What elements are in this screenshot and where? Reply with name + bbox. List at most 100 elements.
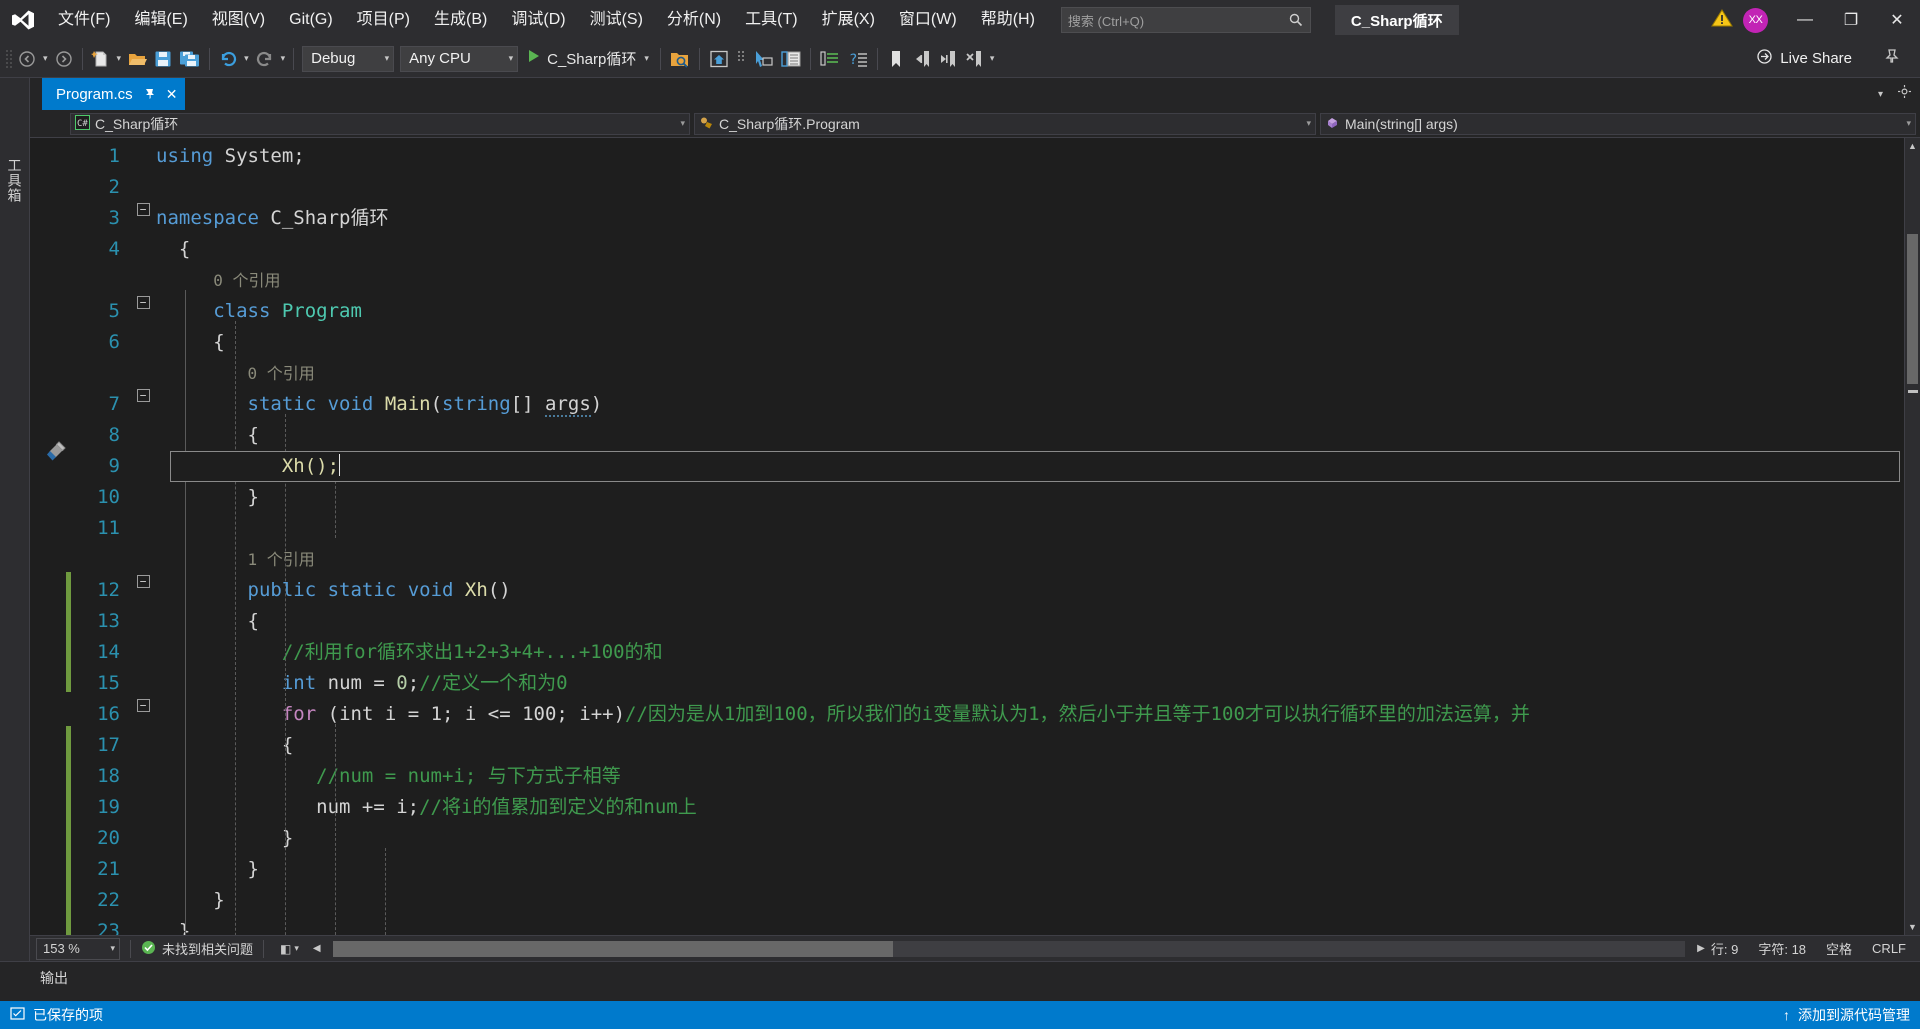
output-pane[interactable]: 输出	[0, 961, 1920, 1001]
undo-icon[interactable]	[215, 44, 241, 74]
code-line[interactable]: 22 }	[72, 885, 1904, 916]
menu-item-git[interactable]: Git(G)	[277, 0, 345, 40]
toolbar-pin-icon[interactable]	[1884, 48, 1900, 69]
redo-dropdown-icon[interactable]: ▾	[278, 53, 289, 64]
code-line[interactable]: 3 − namespace C_Sharp循环	[72, 203, 1904, 234]
toolbar-grip[interactable]	[4, 48, 14, 70]
new-project-icon[interactable]	[88, 44, 114, 74]
menu-item-build[interactable]: 生成(B)	[422, 0, 499, 40]
code-line[interactable]: 7 − static void Main(string[] args)	[72, 389, 1904, 420]
menu-item-debug[interactable]: 调试(D)	[499, 0, 577, 40]
undo-dropdown-icon[interactable]: ▾	[241, 53, 252, 64]
toolbox-icon[interactable]	[816, 44, 844, 74]
clear-bookmarks-icon[interactable]	[961, 44, 987, 74]
code-line[interactable]: 10 }	[72, 482, 1904, 513]
split-view-icon[interactable]: ◧	[274, 942, 291, 956]
fold-toggle[interactable]: −	[130, 203, 156, 216]
solution-platform-combo[interactable]: Any CPU ▾	[400, 45, 519, 72]
bookmark-icon[interactable]	[883, 44, 909, 74]
status-bar-right[interactable]: ↑ 添加到源代码管理	[1783, 1005, 1910, 1025]
help-list-icon[interactable]: ?	[844, 44, 872, 74]
live-share-button[interactable]: Live Share	[1748, 44, 1860, 74]
vertical-scrollbar[interactable]: ▲ ▼	[1904, 138, 1920, 935]
solution-explorer-home-icon[interactable]	[705, 44, 733, 74]
horizontal-scrollbar[interactable]	[332, 940, 1686, 957]
navigate-back-dropdown-icon[interactable]: ▾	[40, 53, 51, 64]
codelens-references[interactable]: 1 个引用	[248, 550, 315, 569]
code-line[interactable]: 17 {	[72, 730, 1904, 761]
minimize-button[interactable]: —	[1782, 0, 1828, 40]
scroll-up-icon[interactable]: ▲	[1905, 138, 1920, 154]
open-file-icon[interactable]	[124, 44, 150, 74]
navbar-member-combo[interactable]: Main(string[] args) ▾	[1320, 112, 1916, 135]
next-bookmark-icon[interactable]	[935, 44, 961, 74]
fold-toggle[interactable]: −	[130, 575, 156, 588]
code-line[interactable]: 8 {	[72, 420, 1904, 451]
scroll-down-icon[interactable]: ▼	[1905, 919, 1920, 935]
menu-item-extensions[interactable]: 扩展(X)	[810, 0, 887, 40]
restore-button[interactable]: ❐	[1828, 0, 1874, 40]
code-line[interactable]: 13 {	[72, 606, 1904, 637]
save-icon[interactable]	[150, 44, 176, 74]
menu-item-project[interactable]: 项目(P)	[345, 0, 422, 40]
chevron-down-icon[interactable]: ▾	[636, 53, 649, 64]
scroll-left-icon[interactable]: ◀	[307, 943, 327, 954]
fold-toggle[interactable]: −	[130, 389, 156, 402]
issues-status[interactable]: 未找到相关问题	[141, 939, 253, 958]
code-line[interactable]: 15 int num = 0;//定义一个和为0	[72, 668, 1904, 699]
codelens-references[interactable]: 0 个引用	[213, 271, 280, 290]
tab-program-cs[interactable]: Program.cs ✕	[42, 78, 186, 110]
properties-window-icon[interactable]	[777, 44, 805, 74]
save-all-icon[interactable]	[176, 44, 204, 74]
code-line[interactable]: 6 {	[72, 327, 1904, 358]
toolbar-overflow-icon[interactable]: ▾	[987, 53, 998, 64]
code-line[interactable]: 21 }	[72, 854, 1904, 885]
menu-bar[interactable]: 文件(F) 编辑(E) 视图(V) Git(G) 项目(P) 生成(B) 调试(…	[46, 0, 1047, 40]
code-line[interactable]: 16 − for int(int i = 1; i <= 100; i++)//…	[72, 699, 1904, 730]
menu-item-edit[interactable]: 编辑(E)	[122, 0, 199, 40]
code-editor[interactable]: 1 using System; 2 3 − namespace C_Sharp循…	[30, 138, 1920, 935]
code-line[interactable]: 5 − class Program	[72, 296, 1904, 327]
quick-actions-bulb-icon[interactable]	[46, 440, 68, 467]
code-line[interactable]: 1 using System;	[72, 141, 1904, 172]
previous-bookmark-icon[interactable]	[909, 44, 935, 74]
menu-item-tools[interactable]: 工具(T)	[733, 0, 809, 40]
fold-toggle[interactable]: −	[130, 699, 156, 712]
codelens-line[interactable]: 1 个引用	[72, 544, 1904, 575]
search-input[interactable]: 搜索 (Ctrl+Q)	[1060, 7, 1311, 33]
toolbox-dock[interactable]: 工具箱	[0, 78, 30, 961]
navbar-type-combo[interactable]: C_Sharp循环.Program ▾	[694, 112, 1316, 135]
navbar-project-combo[interactable]: C# C_Sharp循环 ▾	[70, 112, 690, 135]
code-line[interactable]: 20 }	[72, 823, 1904, 854]
codelens-line[interactable]: 0 个引用	[72, 265, 1904, 296]
editor-settings-icon[interactable]	[1897, 84, 1912, 104]
redo-icon[interactable]	[252, 44, 278, 74]
code-line[interactable]: 23 }	[72, 916, 1904, 935]
code-line[interactable]: 18 //num = num+i; 与下方式子相等	[72, 761, 1904, 792]
solution-configuration-combo[interactable]: Debug ▾	[302, 45, 395, 72]
split-view-dropdown-icon[interactable]: ▾	[291, 943, 307, 954]
select-element-icon[interactable]	[749, 44, 777, 74]
avatar[interactable]: XX	[1743, 7, 1768, 33]
menu-item-analyze[interactable]: 分析(N)	[655, 0, 733, 40]
close-icon[interactable]: ✕	[166, 87, 178, 101]
horizontal-scroll-thumb[interactable]	[332, 940, 893, 957]
navigate-forward-icon[interactable]	[51, 44, 77, 74]
new-project-dropdown-icon[interactable]: ▾	[114, 53, 125, 64]
fold-toggle[interactable]: −	[130, 296, 156, 309]
code-line[interactable]: 2	[72, 172, 1904, 203]
menu-item-file[interactable]: 文件(F)	[46, 0, 122, 40]
scroll-right-icon[interactable]: ▶	[1691, 943, 1711, 954]
code-line[interactable]: 12 − public static void Xh()	[72, 575, 1904, 606]
more-icon[interactable]	[733, 48, 749, 70]
navigate-back-icon[interactable]	[14, 44, 40, 74]
zoom-level-combo[interactable]: 153 % ▾	[36, 937, 120, 960]
start-debugging-button[interactable]: C_Sharp循环 ▾	[521, 44, 655, 74]
warning-icon[interactable]	[1711, 8, 1733, 33]
menu-item-view[interactable]: 视图(V)	[200, 0, 277, 40]
code-line[interactable]: 11	[72, 513, 1904, 544]
vertical-scroll-thumb[interactable]	[1907, 234, 1918, 384]
search-folder-icon[interactable]	[666, 44, 694, 74]
pin-icon[interactable]	[143, 87, 156, 102]
code-line[interactable]: 4 {	[72, 234, 1904, 265]
